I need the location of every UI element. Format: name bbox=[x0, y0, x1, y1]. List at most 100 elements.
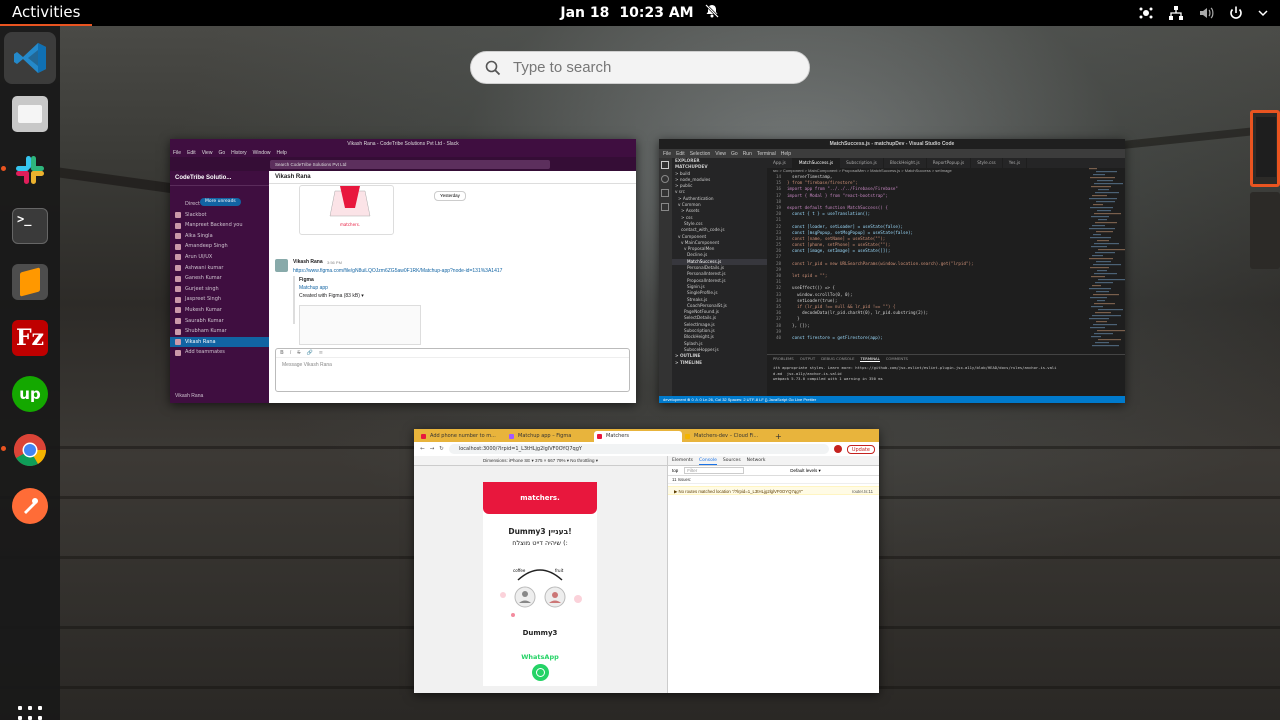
profile-avatar[interactable] bbox=[833, 445, 842, 453]
slack-window[interactable]: Vikash Rana - CodeTribe Solutions Pvt Lt… bbox=[170, 139, 636, 403]
whatsapp-label[interactable]: WhatsApp bbox=[483, 653, 597, 661]
clock-time[interactable]: 10:23 AM bbox=[619, 5, 693, 21]
url-input[interactable]: localhost:3000/?lrpid=1_L3tHLjg2lglVF0OY… bbox=[448, 444, 829, 454]
context-select[interactable]: top bbox=[672, 468, 678, 473]
menu-item[interactable]: Selection bbox=[690, 151, 711, 157]
sidebar-item[interactable]: Alka Singla bbox=[170, 231, 269, 242]
dock-upwork[interactable]: up bbox=[4, 368, 56, 420]
search-bar[interactable] bbox=[470, 51, 810, 84]
search-icon[interactable] bbox=[661, 175, 669, 183]
sidebar-item[interactable]: Arun UI/UX bbox=[170, 252, 269, 263]
menu-item[interactable]: View bbox=[202, 150, 213, 156]
slack-current-user[interactable]: Vikash Rana bbox=[175, 393, 203, 399]
console-source-link[interactable]: router.ts:11 bbox=[852, 487, 873, 494]
slack-search-input[interactable]: Search CodeTribe Solutions Pvt Ltd bbox=[270, 159, 550, 169]
figma-preview-image[interactable]: matchers. bbox=[299, 185, 394, 235]
sidebar-item[interactable]: Manpreet Backend you bbox=[170, 220, 269, 231]
extensions-icon[interactable] bbox=[661, 203, 669, 211]
devtools-tab[interactable]: Network bbox=[747, 456, 766, 465]
editor[interactable]: App.js MatchSuccess.js Subscription.js Bloc… bbox=[767, 158, 1125, 354]
figma-embed-preview[interactable] bbox=[299, 305, 421, 345]
menu-item[interactable]: View bbox=[715, 151, 726, 157]
back-icon[interactable]: ← bbox=[420, 446, 425, 452]
panel-tab[interactable]: TERMINAL bbox=[860, 355, 880, 362]
power-icon[interactable] bbox=[1228, 5, 1244, 21]
forward-icon[interactable]: → bbox=[430, 446, 435, 452]
editor-tab[interactable]: App.js bbox=[767, 158, 793, 168]
network-icon[interactable] bbox=[1168, 5, 1184, 21]
terminal-panel[interactable]: PROBLEMS OUTPUT DEBUG CONSOLE TERMINAL COMME… bbox=[767, 354, 1125, 396]
menu-item[interactable]: Help bbox=[781, 151, 791, 157]
panel-tab[interactable]: COMMENTS bbox=[886, 355, 908, 362]
explorer-item[interactable]: > TIMELINE bbox=[672, 360, 767, 366]
page-viewport[interactable]: Dimensions: iPhone SE ▾ 375 × 667 79% ▾ … bbox=[414, 456, 667, 693]
chevron-down-icon[interactable] bbox=[1258, 8, 1268, 18]
show-applications-button[interactable] bbox=[18, 706, 42, 720]
devtools-tab[interactable]: Elements bbox=[672, 456, 693, 465]
menu-item[interactable]: Edit bbox=[676, 151, 685, 157]
menu-item[interactable]: History bbox=[231, 150, 247, 156]
source-control-icon[interactable] bbox=[661, 189, 669, 197]
sidebar-item[interactable]: Add teammates bbox=[170, 347, 269, 358]
sidebar-item[interactable]: Vikash Rana bbox=[170, 336, 269, 348]
dock-terminal[interactable]: >_ bbox=[4, 200, 56, 252]
panel-tab[interactable]: OUTPUT bbox=[800, 355, 815, 362]
sidebar-item[interactable]: Ashwani kumar bbox=[170, 263, 269, 274]
reload-icon[interactable]: ↻ bbox=[439, 446, 444, 452]
status-bar[interactable]: development ⊗ 0 ⚠ 0 Ln 26, Col 32 Spaces… bbox=[659, 396, 1125, 403]
editor-tab[interactable]: MatchSuccess.js bbox=[792, 158, 841, 168]
browser-tab[interactable]: Matchup app – Figma bbox=[506, 431, 594, 442]
menu-item[interactable]: Terminal bbox=[757, 151, 776, 157]
new-tab-button[interactable]: + bbox=[770, 431, 787, 442]
menu-item[interactable]: File bbox=[663, 151, 671, 157]
console-warning[interactable]: ▶ No routes matched location "/?lrpid=1_… bbox=[668, 486, 879, 495]
menu-item[interactable]: File bbox=[173, 150, 181, 156]
menu-item[interactable]: Go bbox=[218, 150, 225, 156]
device-toolbar[interactable]: Dimensions: iPhone SE ▾ 375 × 667 79% ▾ … bbox=[414, 456, 667, 466]
panel-tab[interactable]: PROBLEMS bbox=[773, 355, 794, 362]
editor-tab[interactable]: Yes.js bbox=[1003, 158, 1028, 168]
sidebar-item[interactable]: Ganesh Kumar bbox=[170, 273, 269, 284]
editor-tab[interactable]: BlockHeight.js bbox=[884, 158, 927, 168]
sidebar-item[interactable]: Gurjeet singh bbox=[170, 284, 269, 295]
message-input[interactable]: Message Vikash Rana bbox=[276, 358, 629, 372]
message-composer[interactable]: B I S 🔗 ≡ Message Vikash Rana bbox=[275, 348, 630, 392]
workspace-1[interactable] bbox=[1250, 110, 1280, 187]
explorer-icon[interactable] bbox=[661, 161, 669, 169]
dock-sublime-text[interactable] bbox=[4, 256, 56, 308]
search-input[interactable] bbox=[513, 59, 783, 76]
dock-chrome[interactable] bbox=[4, 424, 56, 476]
devtools-tab[interactable]: Console bbox=[698, 456, 717, 465]
vscode-window[interactable]: MatchSuccess.js - matchupDev - Visual St… bbox=[659, 139, 1125, 403]
sidebar-item[interactable]: Slackbot bbox=[170, 210, 269, 221]
menu-item[interactable]: Edit bbox=[187, 150, 196, 156]
dock-slack[interactable] bbox=[4, 144, 56, 196]
browser-tab[interactable]: Matchers-dev – Cloud Fi... bbox=[682, 431, 770, 442]
console-filter-input[interactable]: Filter bbox=[684, 467, 745, 474]
menu-item[interactable]: Help bbox=[276, 150, 286, 156]
dock-filezilla[interactable]: Fz bbox=[4, 312, 56, 364]
editor-tab[interactable]: ReportPopup.js bbox=[927, 158, 972, 168]
code-line[interactable]: 40 const firestore = getFirestore(app); bbox=[767, 335, 1125, 341]
embed-title[interactable]: Matchup app bbox=[299, 285, 328, 291]
menu-item[interactable]: Go bbox=[731, 151, 738, 157]
whatsapp-icon[interactable] bbox=[531, 664, 549, 681]
slack-channel-header[interactable]: Vikash Rana bbox=[269, 171, 636, 184]
devtools-tab[interactable]: Sources bbox=[723, 456, 741, 465]
menu-item[interactable]: Window bbox=[253, 150, 271, 156]
message-link[interactable]: https://www.figma.com/file/gN8uiLQOJzm6Z… bbox=[293, 268, 502, 274]
browser-tab[interactable]: Add phone number to m... bbox=[418, 431, 506, 442]
message-author[interactable]: Vikash Rana bbox=[293, 259, 323, 265]
more-unreads-button[interactable]: More unreads bbox=[200, 198, 241, 206]
issues-count[interactable]: 11 Issues: bbox=[668, 476, 879, 484]
update-button[interactable]: Update bbox=[846, 444, 875, 454]
sidebar-item[interactable]: Mukesh Kumar bbox=[170, 305, 269, 316]
editor-tab[interactable]: Subscription.js bbox=[840, 158, 884, 168]
chrome-window[interactable]: Add phone number to m... Matchup app – Fi… bbox=[414, 429, 879, 693]
dock-files[interactable] bbox=[4, 88, 56, 140]
dock-postman[interactable] bbox=[4, 480, 56, 532]
date-divider[interactable]: Yesterday bbox=[434, 191, 466, 201]
minimap[interactable] bbox=[1085, 168, 1125, 354]
sidebar-item[interactable]: Shubham Kumar bbox=[170, 326, 269, 337]
slack-workspace-name[interactable]: CodeTribe Solutio... bbox=[170, 171, 269, 186]
